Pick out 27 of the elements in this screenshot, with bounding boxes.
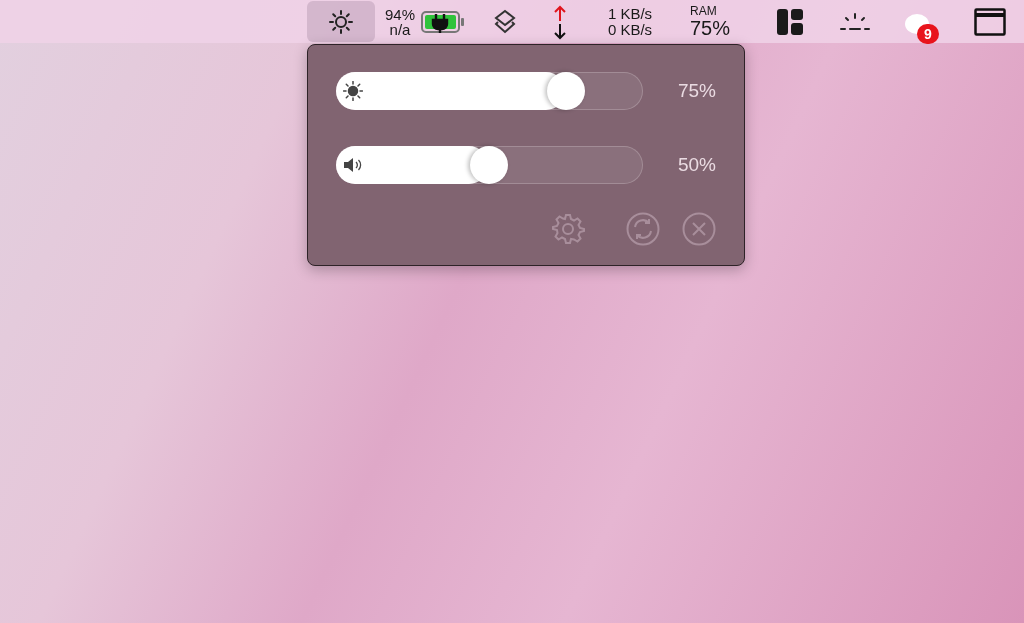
slider-reading: 75% <box>676 80 716 102</box>
download-speed: 0 KB/s <box>607 21 653 38</box>
layers-icon <box>492 8 518 35</box>
upload-download-arrows-icon <box>553 3 567 40</box>
sun-icon <box>329 9 353 34</box>
brightness-slider[interactable] <box>336 72 643 110</box>
menu-bar-item[interactable] <box>307 1 375 42</box>
slider-thumb[interactable] <box>546 72 585 110</box>
battery-charging-icon <box>421 10 465 33</box>
menu-bar-item[interactable]: 1 KB/s 0 KB/s <box>585 0 675 43</box>
ram-label: RAM <box>690 5 717 18</box>
sunrise-icon <box>840 12 870 31</box>
ram-value: 75% <box>690 18 730 38</box>
menu-bar-item[interactable]: RAM 75% <box>675 0 745 43</box>
speaker-icon <box>343 155 363 175</box>
notification-badge: 9 <box>917 23 939 44</box>
volume-slider[interactable] <box>336 146 643 184</box>
menu-bar-item[interactable]: 94% n/a <box>375 0 475 43</box>
slider-thumb[interactable] <box>470 146 509 184</box>
upload-speed: 1 KB/s <box>607 5 653 22</box>
battery-percent: 94% <box>385 6 415 22</box>
slider-reading: 50% <box>676 154 716 176</box>
window-icon <box>974 7 1006 36</box>
sun-icon <box>343 81 363 101</box>
menu-bar-item[interactable]: 9 <box>875 0 965 43</box>
layout-icon <box>777 8 803 35</box>
battery-status: n/a <box>389 21 411 37</box>
